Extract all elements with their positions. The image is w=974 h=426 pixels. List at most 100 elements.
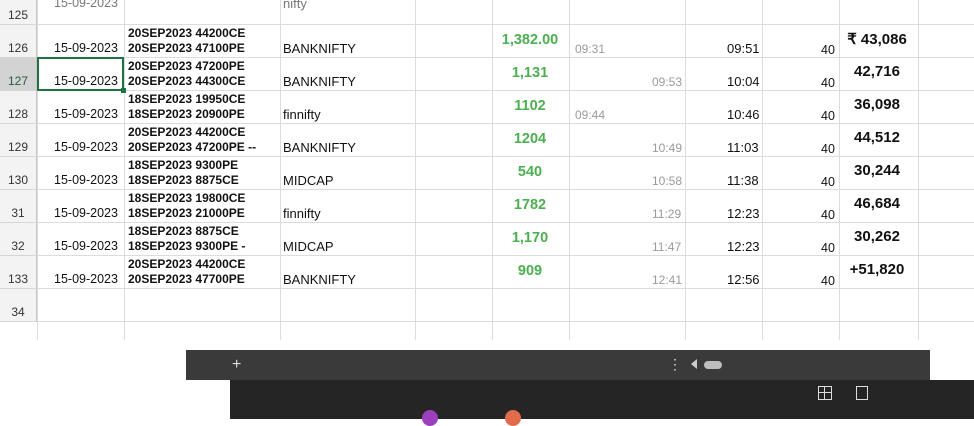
cell-points[interactable]: 1102 <box>492 98 568 114</box>
cell-exit-time[interactable]: 10:46 <box>727 107 760 122</box>
cell-quantity[interactable]: 40 <box>821 274 835 288</box>
cell-date[interactable]: 15-09-2023 <box>54 41 118 55</box>
cell-amount[interactable]: 30,244 <box>843 162 911 179</box>
cell-entry-time[interactable]: 09:31 <box>575 42 605 56</box>
cell-quantity[interactable]: 40 <box>821 175 835 189</box>
cell-amount[interactable]: 30,262 <box>843 228 911 245</box>
row-header[interactable]: 129 <box>0 124 37 157</box>
cell-symbol[interactable]: BANKNIFTY <box>283 140 356 155</box>
cell-date[interactable]: 15-09-2023 <box>54 0 118 10</box>
cell-symbol[interactable]: finnifty <box>283 206 321 221</box>
cell-date[interactable]: 15-09-2023 <box>54 206 118 220</box>
cell-strike-1[interactable]: 18SEP2023 19800CE <box>128 191 245 205</box>
cell-points[interactable]: 1782 <box>492 197 568 213</box>
row-header[interactable]: 133 <box>0 256 37 289</box>
cell-symbol[interactable]: BANKNIFTY <box>283 74 356 89</box>
row-header[interactable]: 130 <box>0 157 37 190</box>
cell-strike-2[interactable]: 20SEP2023 47100PE <box>128 41 245 55</box>
cell-quantity[interactable]: 40 <box>821 43 835 57</box>
cell-exit-time[interactable]: 11:03 <box>727 140 759 155</box>
cell-points[interactable]: 1,170 <box>492 230 568 246</box>
table-row: 15-09-2023 20SEP2023 44200CE 20SEP2023 47… <box>37 124 974 157</box>
row-header[interactable]: 125 <box>0 0 37 25</box>
app-icon[interactable] <box>505 410 521 426</box>
row-header[interactable]: 32 <box>0 223 37 256</box>
cell-strike-1[interactable]: 18SEP2023 19950CE <box>128 92 245 106</box>
cell-quantity[interactable]: 40 <box>821 142 835 156</box>
cell-points[interactable]: 1,382.00 <box>492 32 568 48</box>
grid-icon[interactable] <box>818 386 832 400</box>
row-header[interactable]: 126 <box>0 25 37 58</box>
table-row: 15-09-2023 20SEP2023 44200CE 20SEP2023 477… <box>37 256 974 289</box>
scroll-left-icon[interactable] <box>691 359 697 369</box>
table-row: 15-09-2023 18SEP2023 9300PE 18SEP2023 8875… <box>37 157 974 190</box>
cell-amount[interactable]: 46,684 <box>843 195 911 212</box>
cell-entry-time[interactable]: 10:49 <box>652 141 682 155</box>
cell-amount[interactable]: 44,512 <box>843 129 911 146</box>
row-header[interactable]: 127 <box>0 58 37 91</box>
cell-exit-time[interactable]: 10:04 <box>727 74 760 89</box>
cell-strike-1[interactable]: 20SEP2023 44200CE <box>128 125 245 139</box>
cell-strike-1[interactable]: 20SEP2023 47200PE <box>128 59 245 73</box>
cell-points[interactable]: 909 <box>492 263 568 279</box>
table-row: 15-09-2023 20SEP2023 47200PE 20SEP2023 443… <box>37 58 974 91</box>
cell-date[interactable]: 15-09-2023 <box>54 140 118 154</box>
spreadsheet-grid[interactable]: 125 15-09-2023 nifty 126 15-09-2023 20SEP2023… <box>0 0 974 350</box>
cell-date[interactable]: 15-09-2023 <box>54 107 118 121</box>
cell-strike-1[interactable]: 18SEP2023 8875CE <box>128 224 239 238</box>
app-icon[interactable] <box>422 410 438 426</box>
table-row <box>37 289 974 322</box>
cell-strike-2[interactable]: 18SEP2023 21000PE <box>128 206 245 220</box>
row-header[interactable]: 31 <box>0 190 37 223</box>
row-header[interactable]: 34 <box>0 289 37 322</box>
cell-strike-2[interactable]: 18SEP2023 9300PE - <box>128 239 245 253</box>
cell-amount[interactable]: ₹ 43,086 <box>843 30 911 48</box>
cell-amount[interactable]: 42,716 <box>843 63 911 80</box>
sheet-tab-bar: + ⋮ <box>186 350 930 380</box>
cell-symbol[interactable]: MIDCAP <box>283 173 334 188</box>
cell-quantity[interactable]: 40 <box>821 109 835 123</box>
cell-points[interactable]: 540 <box>492 164 568 180</box>
cell-selection[interactable] <box>37 57 126 93</box>
cell-quantity[interactable]: 40 <box>821 208 835 222</box>
cell-quantity[interactable]: 40 <box>821 76 835 90</box>
cell-exit-time[interactable]: 11:38 <box>727 173 759 188</box>
cell-strike-2[interactable]: 20SEP2023 47700PE <box>128 272 245 286</box>
cell-exit-time[interactable]: 12:23 <box>727 239 760 254</box>
cell-date[interactable]: 15-09-2023 <box>54 239 118 253</box>
cell-entry-time[interactable]: 11:29 <box>652 207 681 221</box>
cell-points[interactable]: 1,131 <box>492 65 568 81</box>
cell-symbol[interactable]: BANKNIFTY <box>283 41 356 56</box>
cell-symbol[interactable]: nifty <box>283 0 307 11</box>
cell-strike-2[interactable]: 20SEP2023 44300CE <box>128 74 245 88</box>
cell-strike-1[interactable]: 20SEP2023 44200CE <box>128 26 245 40</box>
cell-strike-1[interactable]: 20SEP2023 44200CE <box>128 257 245 271</box>
cell-entry-time[interactable]: 09:53 <box>652 75 682 89</box>
row-header[interactable]: 128 <box>0 91 37 124</box>
plus-icon[interactable]: + <box>232 356 241 374</box>
cell-date[interactable]: 15-09-2023 <box>54 173 118 187</box>
cell-symbol[interactable]: MIDCAP <box>283 239 334 254</box>
cell-exit-time[interactable]: 12:56 <box>727 272 760 287</box>
cell-exit-time[interactable]: 09:51 <box>727 41 760 56</box>
cell-entry-time[interactable]: 09:44 <box>575 108 605 122</box>
cell-points[interactable]: 1204 <box>492 131 568 147</box>
cell-entry-time[interactable]: 11:47 <box>652 240 681 254</box>
cell-strike-2[interactable]: 20SEP2023 47200PE -- <box>128 140 256 154</box>
cell-strike-2[interactable]: 18SEP2023 8875CE <box>128 173 239 187</box>
cell-strike-1[interactable]: 18SEP2023 9300PE <box>128 158 238 172</box>
table-row: 15-09-2023 nifty <box>37 0 974 25</box>
kebab-icon[interactable]: ⋮ <box>668 356 682 373</box>
page-icon[interactable] <box>856 386 868 400</box>
cell-strike-2[interactable]: 18SEP2023 20900PE <box>128 107 245 121</box>
cell-exit-time[interactable]: 12:23 <box>727 206 760 221</box>
cell-amount[interactable]: 36,098 <box>843 96 911 113</box>
scrollbar-thumb[interactable] <box>704 361 722 369</box>
cell-date[interactable]: 15-09-2023 <box>54 272 118 286</box>
cell-quantity[interactable]: 40 <box>821 241 835 255</box>
cell-amount[interactable]: +51,820 <box>843 261 911 278</box>
cell-entry-time[interactable]: 10:58 <box>652 174 682 188</box>
cell-entry-time[interactable]: 12:41 <box>652 273 682 287</box>
cell-symbol[interactable]: BANKNIFTY <box>283 272 356 287</box>
cell-symbol[interactable]: finnifty <box>283 107 321 122</box>
